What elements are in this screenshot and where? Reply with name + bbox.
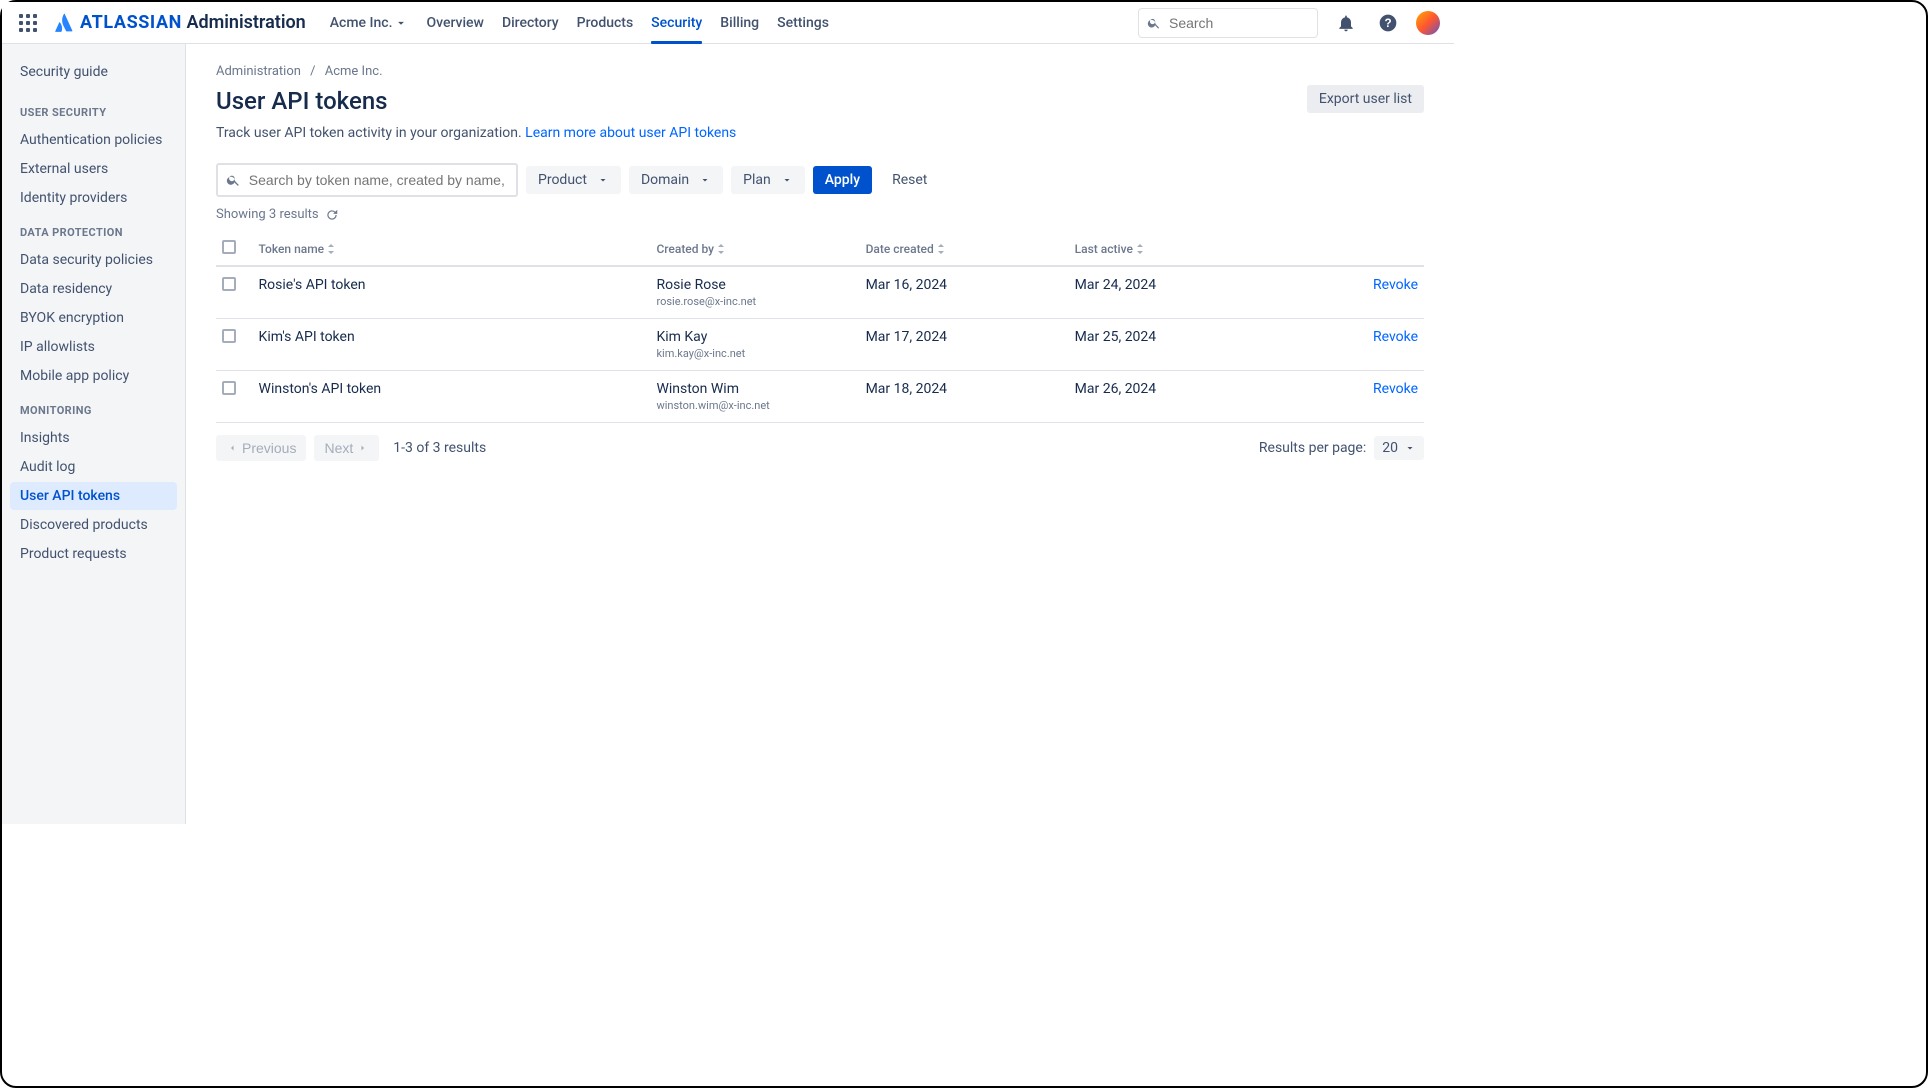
brand-logo[interactable]: ATLASSIAN Administration: [54, 12, 306, 33]
global-search[interactable]: [1138, 8, 1318, 38]
cell-last-active: Mar 26, 2024: [1069, 371, 1282, 423]
learn-more-link[interactable]: Learn more about user API tokens: [525, 125, 736, 141]
sidebar-item[interactable]: Identity providers: [10, 184, 177, 212]
brand-wordmark: ATLASSIAN Administration: [80, 12, 306, 33]
main-content: Administration / Acme Inc. User API toke…: [186, 44, 1454, 824]
table-row: Kim's API tokenKim Kaykim.kay@x-inc.netM…: [216, 319, 1424, 371]
filter-product-dropdown[interactable]: Product: [526, 166, 621, 194]
global-search-input[interactable]: [1167, 14, 1309, 32]
search-icon: [226, 172, 241, 188]
refresh-icon[interactable]: [325, 208, 339, 222]
sidebar-item[interactable]: BYOK encryption: [10, 304, 177, 332]
breadcrumb-org: Acme Inc.: [325, 64, 383, 79]
col-date-created[interactable]: Date created: [860, 232, 1069, 266]
cell-token-name: Winston's API token: [253, 371, 651, 423]
sidebar-item[interactable]: External users: [10, 155, 177, 183]
notifications-icon[interactable]: [1332, 9, 1360, 37]
page-title: User API tokens: [216, 87, 388, 115]
export-user-list-button[interactable]: Export user list: [1307, 85, 1424, 113]
chevron-down-icon: [597, 174, 609, 186]
sidebar-group-heading: USER SECURITY: [10, 100, 177, 125]
sidebar-item[interactable]: User API tokens: [10, 482, 177, 510]
sidebar: Security guide USER SECURITYAuthenticati…: [2, 44, 186, 824]
row-checkbox[interactable]: [222, 329, 236, 343]
per-page-dropdown[interactable]: 20: [1374, 436, 1424, 460]
sidebar-group-heading: DATA PROTECTION: [10, 220, 177, 245]
chevron-down-icon: [699, 174, 711, 186]
help-icon[interactable]: ?: [1374, 9, 1402, 37]
user-avatar[interactable]: [1416, 11, 1440, 35]
apply-button[interactable]: Apply: [813, 166, 872, 194]
cell-last-active: Mar 24, 2024: [1069, 266, 1282, 319]
sidebar-item[interactable]: Authentication policies: [10, 126, 177, 154]
cell-created-by: Rosie Roserosie.rose@x-inc.net: [650, 266, 859, 319]
sidebar-item[interactable]: Insights: [10, 424, 177, 452]
cell-date-created: Mar 18, 2024: [860, 371, 1069, 423]
page-description: Track user API token activity in your or…: [216, 125, 1424, 141]
token-search-input[interactable]: [247, 171, 508, 189]
nav-security[interactable]: Security: [651, 2, 702, 43]
select-all-checkbox[interactable]: [222, 240, 236, 254]
per-page-label: Results per page:: [1259, 440, 1366, 456]
sort-icon: [717, 244, 725, 254]
revoke-link[interactable]: Revoke: [1373, 381, 1418, 397]
nav-billing[interactable]: Billing: [720, 2, 759, 43]
results-count: Showing 3 results: [216, 207, 1424, 222]
sidebar-security-guide[interactable]: Security guide: [10, 58, 177, 86]
nav-products[interactable]: Products: [577, 2, 634, 43]
table-row: Winston's API tokenWinston Wimwinston.wi…: [216, 371, 1424, 423]
tokens-table: Token name Created by Date created Last …: [216, 232, 1424, 423]
col-created-by[interactable]: Created by: [650, 232, 859, 266]
app-switcher-icon[interactable]: [16, 11, 40, 35]
col-token-name[interactable]: Token name: [253, 232, 651, 266]
sidebar-item[interactable]: Product requests: [10, 540, 177, 568]
cell-token-name: Kim's API token: [253, 319, 651, 371]
chevron-right-icon: [357, 442, 369, 454]
col-last-active[interactable]: Last active: [1069, 232, 1282, 266]
cell-created-by: Kim Kaykim.kay@x-inc.net: [650, 319, 859, 371]
row-checkbox[interactable]: [222, 277, 236, 291]
page-count: 1-3 of 3 results: [393, 440, 486, 456]
breadcrumb-root[interactable]: Administration: [216, 64, 301, 79]
sidebar-item[interactable]: Data security policies: [10, 246, 177, 274]
svg-text:?: ?: [1384, 17, 1391, 30]
sidebar-group-heading: MONITORING: [10, 398, 177, 423]
nav-directory[interactable]: Directory: [502, 2, 559, 43]
prev-page-button[interactable]: Previous: [216, 435, 306, 461]
table-row: Rosie's API tokenRosie Roserosie.rose@x-…: [216, 266, 1424, 319]
chevron-down-icon: [781, 174, 793, 186]
chevron-down-icon: [1404, 442, 1416, 454]
sidebar-item[interactable]: Discovered products: [10, 511, 177, 539]
nav-settings[interactable]: Settings: [777, 2, 829, 43]
nav-org-selector[interactable]: Acme Inc.: [330, 2, 409, 43]
sidebar-item[interactable]: Mobile app policy: [10, 362, 177, 390]
sort-icon: [937, 244, 945, 254]
search-icon: [1147, 15, 1161, 31]
nav-overview[interactable]: Overview: [426, 2, 483, 43]
next-page-button[interactable]: Next: [314, 435, 379, 461]
chevron-left-icon: [226, 442, 238, 454]
filter-domain-dropdown[interactable]: Domain: [629, 166, 723, 194]
row-checkbox[interactable]: [222, 381, 236, 395]
nav-org-label: Acme Inc.: [330, 15, 393, 31]
sidebar-item[interactable]: Audit log: [10, 453, 177, 481]
cell-created-by: Winston Wimwinston.wim@x-inc.net: [650, 371, 859, 423]
sort-icon: [327, 244, 335, 254]
filter-plan-dropdown[interactable]: Plan: [731, 166, 805, 194]
atlassian-logo-icon: [54, 13, 74, 33]
cell-date-created: Mar 16, 2024: [860, 266, 1069, 319]
sidebar-item[interactable]: IP allowlists: [10, 333, 177, 361]
cell-date-created: Mar 17, 2024: [860, 319, 1069, 371]
sort-icon: [1136, 244, 1144, 254]
cell-token-name: Rosie's API token: [253, 266, 651, 319]
cell-last-active: Mar 25, 2024: [1069, 319, 1282, 371]
breadcrumb: Administration / Acme Inc.: [216, 64, 1424, 79]
token-search[interactable]: [216, 163, 518, 197]
top-navigation: ATLASSIAN Administration Acme Inc. Overv…: [2, 2, 1454, 44]
revoke-link[interactable]: Revoke: [1373, 329, 1418, 345]
sidebar-item[interactable]: Data residency: [10, 275, 177, 303]
reset-button[interactable]: Reset: [880, 166, 939, 194]
revoke-link[interactable]: Revoke: [1373, 277, 1418, 293]
